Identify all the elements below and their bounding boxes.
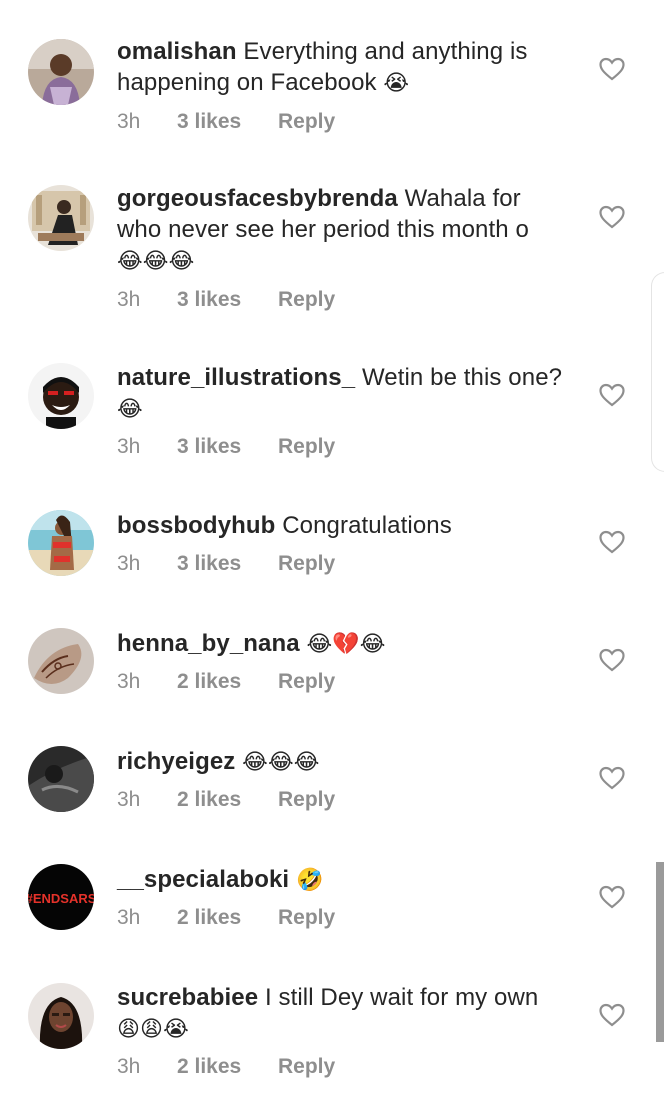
comment-text: bossbodyhub Congratulations xyxy=(117,510,572,541)
reply-button[interactable]: Reply xyxy=(278,108,335,136)
comment-likes[interactable]: 3 likes xyxy=(177,550,278,578)
comment-time: 3h xyxy=(117,906,141,929)
emoji: 😂😂😂 xyxy=(117,249,195,274)
comment-likes[interactable]: 3 likes xyxy=(177,433,278,461)
reply-button[interactable]: Reply xyxy=(278,904,335,932)
comment-text: nature_illustrations_ Wetin be this one?… xyxy=(117,362,572,425)
heart-outline-icon[interactable] xyxy=(599,205,625,229)
reply-button[interactable]: Reply xyxy=(278,286,335,314)
avatar[interactable] xyxy=(28,363,94,429)
avatar[interactable] xyxy=(28,39,94,105)
comment-meta: 3h 3 likes Reply xyxy=(117,550,335,578)
comment-text: omalishan Everything and anything is hap… xyxy=(117,36,572,99)
avatar[interactable] xyxy=(28,185,94,251)
comment-username[interactable]: richyeigez xyxy=(117,748,235,775)
avatar[interactable] xyxy=(28,746,94,812)
heart-outline-icon[interactable] xyxy=(599,1003,625,1027)
comment-likes[interactable]: 2 likes xyxy=(177,1053,278,1081)
comment-likes[interactable]: 3 likes xyxy=(177,286,278,314)
comment-time: 3h xyxy=(117,670,141,693)
comment-body: Everything and anything is xyxy=(236,38,528,65)
comments-screen: omalishan Everything and anything is hap… xyxy=(0,0,664,1094)
avatar[interactable] xyxy=(28,628,94,694)
comment-time: 3h xyxy=(117,788,141,811)
comment-time: 3h xyxy=(117,552,141,575)
comment-text: henna_by_nana 😂💔😂 xyxy=(117,628,572,660)
comment-body-cont: who never see her period this month o xyxy=(117,216,529,243)
comment-time: 3h xyxy=(117,110,141,133)
heart-outline-icon[interactable] xyxy=(599,57,625,81)
comment-username[interactable]: __specialaboki xyxy=(117,866,289,893)
comment-text: gorgeousfacesbybrenda Wahala for who nev… xyxy=(117,183,572,277)
emoji: 😂😂😂 xyxy=(242,750,320,775)
heart-outline-icon[interactable] xyxy=(599,885,625,909)
heart-outline-icon[interactable] xyxy=(599,530,625,554)
heart-outline-icon[interactable] xyxy=(599,648,625,672)
reply-button[interactable]: Reply xyxy=(278,550,335,578)
reply-button[interactable]: Reply xyxy=(278,1053,335,1081)
reply-button[interactable]: Reply xyxy=(278,433,335,461)
comment-meta: 3h 2 likes Reply xyxy=(117,786,335,814)
comment-username[interactable]: henna_by_nana xyxy=(117,630,300,657)
avatar[interactable]: #ENDSARS xyxy=(28,864,94,930)
comment-likes[interactable]: 2 likes xyxy=(177,786,278,814)
emoji: 🤣 xyxy=(295,868,324,893)
comment-meta: 3h 3 likes Reply xyxy=(117,108,335,136)
comment-time: 3h xyxy=(117,288,141,311)
comment-meta: 3h 2 likes Reply xyxy=(117,904,335,932)
comment-username[interactable]: omalishan xyxy=(117,38,237,65)
comment-time: 3h xyxy=(117,1055,141,1078)
comment-body xyxy=(289,866,296,893)
comment-meta: 3h 3 likes Reply xyxy=(117,433,335,461)
avatar[interactable] xyxy=(28,983,94,1049)
comment-username[interactable]: sucrebabiee xyxy=(117,984,258,1011)
emoji: 😭 xyxy=(383,71,410,96)
edge-panel-handle[interactable] xyxy=(651,272,664,472)
scrollbar[interactable] xyxy=(656,862,664,1042)
heart-outline-icon[interactable] xyxy=(599,766,625,790)
reply-button[interactable]: Reply xyxy=(278,668,335,696)
comment-text: sucrebabiee I still Dey wait for my own … xyxy=(117,982,572,1045)
comment-likes[interactable]: 2 likes xyxy=(177,904,278,932)
comment-username[interactable]: bossbodyhub xyxy=(117,512,275,539)
emoji: 😂💔😂 xyxy=(306,632,386,657)
comment-meta: 3h 3 likes Reply xyxy=(117,286,335,314)
comment-likes[interactable]: 2 likes xyxy=(177,668,278,696)
comment-username[interactable]: gorgeousfacesbybrenda xyxy=(117,185,398,212)
comment-likes[interactable]: 3 likes xyxy=(177,108,278,136)
reply-button[interactable]: Reply xyxy=(278,786,335,814)
comment-username[interactable]: nature_illustrations_ xyxy=(117,364,355,391)
comment-meta: 3h 2 likes Reply xyxy=(117,668,335,696)
comment-text: __specialaboki 🤣 xyxy=(117,864,572,896)
comment-body: I still Dey wait for my own xyxy=(258,984,539,1011)
avatar[interactable] xyxy=(28,510,94,576)
emoji: 😂 xyxy=(117,397,143,422)
heart-outline-icon[interactable] xyxy=(599,383,625,407)
comment-text: richyeigez 😂😂😂 xyxy=(117,746,572,778)
comment-body: Congratulations xyxy=(275,512,452,539)
comment-body: Wetin be this one? xyxy=(355,364,563,391)
comment-meta: 3h 2 likes Reply xyxy=(117,1053,335,1081)
emoji: 😩😩😭 xyxy=(117,1017,189,1042)
comment-time: 3h xyxy=(117,435,141,458)
avatar-endsars-text: #ENDSARS xyxy=(28,891,94,906)
comment-body: Wahala for xyxy=(397,185,521,212)
comment-body-cont: happening on Facebook xyxy=(117,69,384,96)
